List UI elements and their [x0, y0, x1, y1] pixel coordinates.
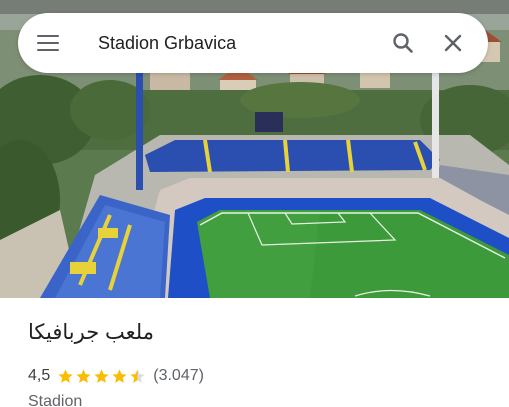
star-icon: [112, 368, 127, 383]
place-category: Stadion: [28, 393, 83, 407]
star-icon: [94, 368, 109, 383]
place-card: Stadion Grbavica ملعب جربافيكا 4,5 (3.04…: [0, 0, 509, 407]
review-count[interactable]: (3.047): [153, 367, 204, 385]
star-icon: [76, 368, 91, 383]
search-bar: Stadion Grbavica: [18, 13, 488, 73]
menu-button[interactable]: [18, 13, 78, 73]
star-icon: [58, 368, 73, 383]
rating-value: 4,5: [28, 367, 51, 384]
star-rating: [57, 368, 146, 385]
search-input[interactable]: Stadion Grbavica: [78, 13, 378, 73]
search-button[interactable]: [378, 13, 428, 73]
menu-icon: [37, 35, 59, 51]
place-title: ملعب جربافيكا: [28, 321, 154, 344]
rating-row[interactable]: 4,5 (3.047): [28, 366, 204, 386]
place-info: ملعب جربافيكا 4,5 (3.047) Stadion: [0, 298, 509, 407]
clear-search-button[interactable]: [428, 13, 478, 73]
close-icon: [444, 34, 462, 52]
search-icon: [393, 33, 413, 53]
star-icon: [130, 368, 145, 383]
